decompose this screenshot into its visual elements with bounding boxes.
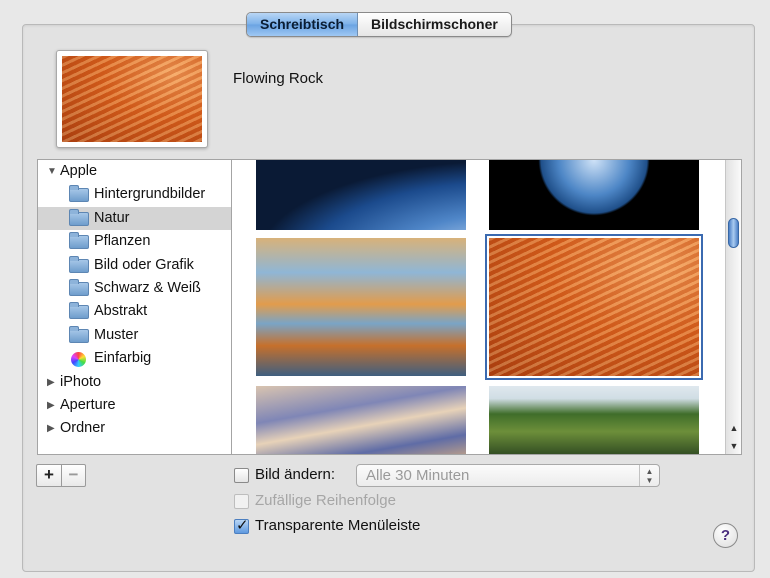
change-picture-checkbox[interactable] xyxy=(234,468,249,483)
source-item-label: Natur xyxy=(94,209,130,226)
remove-folder-button[interactable]: − xyxy=(61,465,85,486)
picture-tile-flowing-rock[interactable] xyxy=(485,234,703,380)
source-item-einfarbig[interactable]: Einfarbig xyxy=(38,347,231,370)
folder-icon xyxy=(69,302,89,320)
source-buttons: + − xyxy=(36,464,86,487)
disclosure-collapsed-icon[interactable]: ▶ xyxy=(47,417,55,440)
source-group-iphoto[interactable]: ▶ iPhoto xyxy=(38,371,231,394)
folder-icon xyxy=(69,325,89,343)
source-item-label: Abstrakt xyxy=(94,303,148,320)
flowing-rock-thumbnail xyxy=(62,56,202,142)
source-item-bild-oder-grafik[interactable]: Bild oder Grafik xyxy=(38,254,231,277)
picture-tile[interactable] xyxy=(489,160,699,230)
source-item-muster[interactable]: Muster xyxy=(38,324,231,347)
folder-icon xyxy=(69,255,89,273)
source-item-pflanzen[interactable]: Pflanzen xyxy=(38,230,231,253)
source-item-label: Hintergrundbilder xyxy=(94,186,206,203)
scroll-up-arrow-icon[interactable]: ▲ xyxy=(726,420,741,436)
folder-icon xyxy=(69,232,89,250)
source-item-label: Pflanzen xyxy=(94,233,151,250)
source-group-ordner[interactable]: ▶ Ordner xyxy=(38,417,231,440)
tab-control: Schreibtisch Bildschirmschoner xyxy=(246,12,512,37)
translucent-menubar-label: Transparente Menüleiste xyxy=(255,517,421,534)
picture-tile[interactable] xyxy=(256,160,466,230)
folder-icon xyxy=(69,208,89,226)
interval-select[interactable]: Alle 30 Minuten ▲ ▼ xyxy=(356,464,660,487)
source-list: ▼ Apple Hintergrundbilder Natur Pflanzen… xyxy=(37,159,231,455)
source-group-label: Ordner xyxy=(60,420,106,437)
picture-tile[interactable] xyxy=(256,386,466,454)
scrollbar-thumb[interactable] xyxy=(728,218,739,248)
source-group-aperture[interactable]: ▶ Aperture xyxy=(38,394,231,417)
source-item-label: Einfarbig xyxy=(94,350,152,367)
source-item-abstrakt[interactable]: Abstrakt xyxy=(38,300,231,323)
picture-name: Flowing Rock xyxy=(233,70,324,87)
add-folder-button[interactable]: + xyxy=(37,465,61,486)
random-order-checkbox[interactable] xyxy=(234,494,249,509)
source-item-natur[interactable]: Natur xyxy=(38,206,231,231)
stepper-arrows-icon: ▲ ▼ xyxy=(639,465,659,486)
disclosure-expanded-icon[interactable]: ▼ xyxy=(47,160,57,183)
color-wheel-icon xyxy=(71,352,86,368)
folder-icon xyxy=(69,185,89,203)
source-item-hintergrundbilder[interactable]: Hintergrundbilder xyxy=(38,183,231,206)
disclosure-collapsed-icon[interactable]: ▶ xyxy=(47,394,55,417)
source-group-label: iPhoto xyxy=(60,373,102,390)
current-picture-preview xyxy=(56,50,208,148)
tab-desktop[interactable]: Schreibtisch xyxy=(247,13,359,36)
source-group-label: Aperture xyxy=(60,396,116,413)
source-item-label: Muster xyxy=(94,326,139,343)
disclosure-collapsed-icon[interactable]: ▶ xyxy=(47,371,55,394)
help-button[interactable]: ? xyxy=(713,523,738,548)
picture-grid: ▲ ▼ xyxy=(231,159,742,455)
source-group-apple[interactable]: ▼ Apple xyxy=(38,160,231,183)
vertical-scrollbar[interactable]: ▲ ▼ xyxy=(725,160,741,454)
translucent-menubar-checkbox[interactable] xyxy=(234,516,249,534)
source-item-label: Schwarz & Weiß xyxy=(94,279,201,296)
tab-screensaver[interactable]: Bildschirmschoner xyxy=(358,13,511,36)
random-order-label: Zufällige Reihenfolge xyxy=(255,492,396,509)
source-group-label: Apple xyxy=(60,163,98,179)
picture-tile[interactable] xyxy=(489,386,699,454)
folder-icon xyxy=(69,278,89,296)
source-item-label: Bild oder Grafik xyxy=(94,256,194,273)
picture-tile[interactable] xyxy=(256,238,466,376)
scroll-down-arrow-icon[interactable]: ▼ xyxy=(726,438,741,454)
source-item-schwarz-weiss[interactable]: Schwarz & Weiß xyxy=(38,277,231,300)
interval-value: Alle 30 Minuten xyxy=(366,467,470,484)
change-picture-label: Bild ändern: xyxy=(255,466,336,483)
